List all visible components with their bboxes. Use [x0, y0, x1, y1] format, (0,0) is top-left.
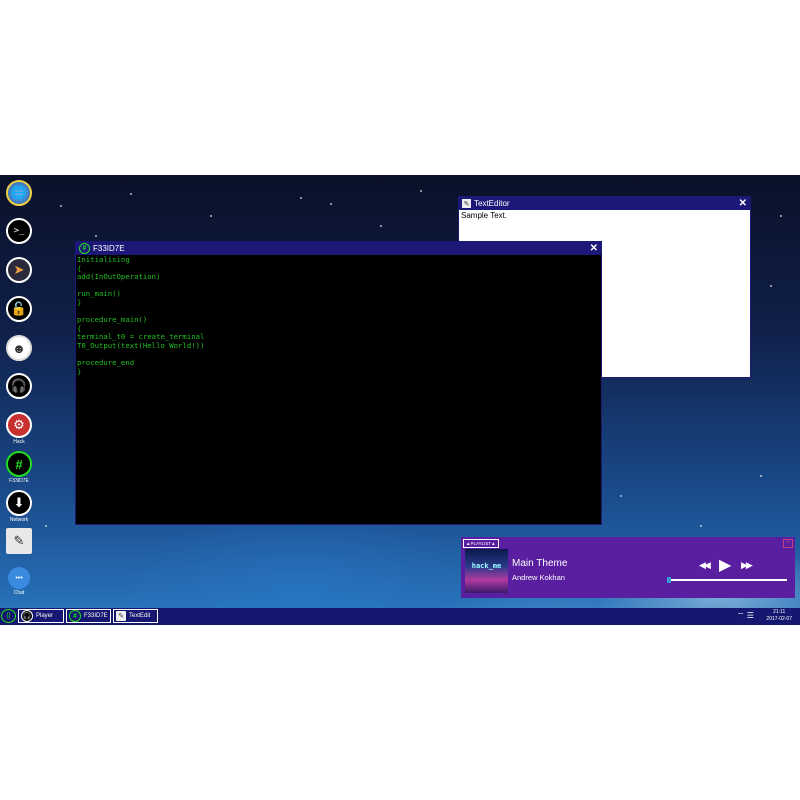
download-desktop-icon[interactable]: ⬇ Network: [5, 490, 33, 523]
close-icon[interactable]: ✕: [739, 198, 747, 209]
f33id7e-desktop-icon[interactable]: # F33ID7E: [5, 451, 33, 484]
terminal-icon: >_: [6, 218, 32, 244]
playlist-tab[interactable]: ▲PLAYLIST▲: [463, 539, 499, 548]
start-button[interactable]: {}: [1, 609, 16, 623]
textedit-desktop-icon[interactable]: ✎: [5, 528, 33, 554]
unlock-desktop-icon[interactable]: 🔓: [5, 296, 33, 322]
play-icon[interactable]: ▶: [719, 555, 731, 575]
mail-desktop-icon[interactable]: ➤: [5, 257, 33, 283]
text-area[interactable]: Sample Text.: [459, 210, 750, 221]
headphones-icon: 🎧: [6, 373, 32, 399]
cover-logo: hack_me: [471, 562, 502, 570]
progress-knob[interactable]: [667, 577, 671, 583]
desktop-icon-caption: Hack: [13, 439, 25, 445]
notepad-icon: ✎: [462, 199, 471, 208]
desktop-icon-caption: Network: [9, 517, 29, 523]
hash-icon: #: [69, 610, 81, 622]
taskbar-button-label: TextEdit: [129, 613, 151, 619]
taskbar-button-textedit[interactable]: ✎ TextEdit: [113, 609, 158, 623]
download-icon: ⬇: [6, 490, 32, 516]
window-title: F33ID7E: [93, 244, 125, 253]
player-desktop-icon[interactable]: 🎧: [5, 373, 33, 399]
desktop-icon-caption: F33ID7E: [9, 478, 29, 484]
globe-icon: 🌐: [6, 180, 32, 206]
terminal-titlebar[interactable]: # F33ID7E ✕: [76, 242, 601, 255]
hack-desktop-icon[interactable]: ⚙ Hack: [5, 412, 33, 445]
ghost-desktop-icon[interactable]: ☻: [5, 335, 33, 361]
song-title: Main Theme: [512, 558, 568, 569]
system-tray[interactable]: ⌔ ☰: [737, 611, 754, 621]
close-icon[interactable]: ✕: [590, 243, 598, 254]
notepad-icon: ✎: [6, 528, 32, 554]
hash-icon: #: [79, 243, 90, 254]
notepad-icon: ✎: [116, 611, 126, 621]
taskbar-button-label: Player: [36, 613, 54, 619]
window-title: TextEditor: [474, 199, 510, 208]
terminal-output[interactable]: Initialising { add(InOutOperation) run_m…: [76, 255, 601, 377]
browser-desktop-icon[interactable]: 🌐: [5, 180, 33, 206]
album-cover: hack_me: [465, 549, 508, 593]
terminal-window[interactable]: # F33ID7E ✕ Initialising { add(InOutOper…: [75, 241, 602, 525]
clock-date: 2017-02-07: [766, 616, 792, 622]
artist-name: Andrew Kokhan: [512, 573, 565, 582]
hash-icon: #: [6, 451, 32, 477]
taskbar-button-label: F33ID7E: [84, 613, 108, 619]
taskbar: {} 🎧 Player # F33ID7E ✎ TextEdit ⌔ ☰ 21:…: [0, 608, 800, 625]
chat-bubble-icon: •••: [8, 567, 30, 589]
gear-icon: ⚙: [6, 412, 32, 438]
terminal-desktop-icon[interactable]: >_: [5, 218, 33, 244]
progress-bar[interactable]: [667, 577, 787, 583]
unlock-icon: 🔓: [6, 296, 32, 322]
taskbar-button-player[interactable]: 🎧 Player: [18, 609, 64, 623]
music-player[interactable]: ▲PLAYLIST▲ × hack_me Main Theme Andrew K…: [461, 537, 795, 598]
player-close-icon[interactable]: ×: [783, 539, 793, 548]
clock-time: 21:11: [773, 609, 786, 615]
mask-icon: ☻: [6, 335, 32, 361]
clock: 21:11 2017-02-07: [766, 609, 792, 623]
paper-plane-icon: ➤: [6, 257, 32, 283]
texteditor-titlebar[interactable]: ✎ TextEditor ✕: [459, 197, 750, 210]
rewind-icon[interactable]: ◀◀: [699, 560, 711, 571]
taskbar-button-f33id7e[interactable]: # F33ID7E: [66, 609, 111, 623]
headphones-icon: 🎧: [21, 610, 33, 622]
fast-forward-icon[interactable]: ▶▶: [741, 560, 753, 571]
desktop-icon-caption: Chat: [13, 590, 25, 596]
chat-desktop-icon[interactable]: ••• Chat: [5, 567, 33, 596]
